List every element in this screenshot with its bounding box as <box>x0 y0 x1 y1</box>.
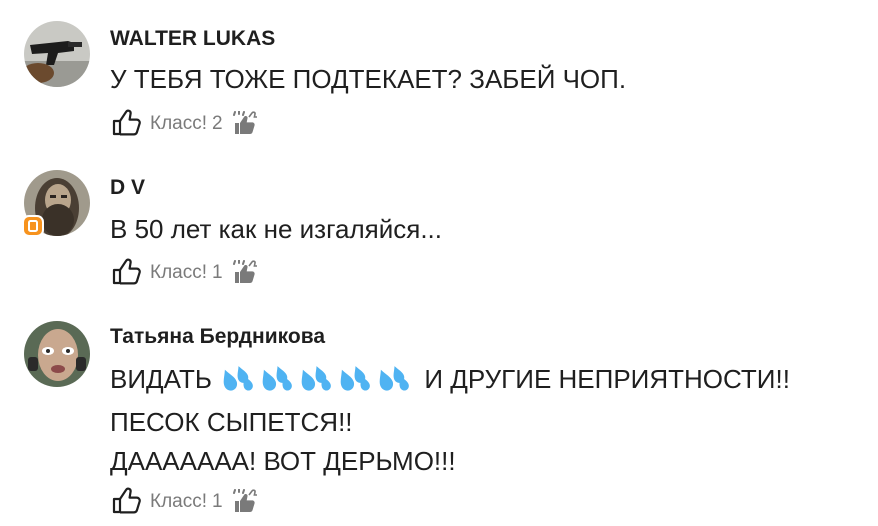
thumbs-up-icon <box>112 257 142 290</box>
orange-badge-icon <box>23 216 43 236</box>
comment-text-segment: И ДРУГИЕ НЕПРИЯТНОСТИ!! <box>424 364 790 394</box>
thumbs-up-icon <box>112 108 142 141</box>
comment-text-segment: ВИДАТЬ <box>110 364 212 394</box>
like-count[interactable]: 2 <box>212 113 223 135</box>
thumbs-up-group-icon[interactable] <box>231 489 259 515</box>
comment-text-line: ВИДАТЬ И ДРУГИЕ НЕПРИЯТНОСТИ!! <box>110 360 790 403</box>
comment-text-line: В 50 лет как не изгаляйся... <box>110 214 442 244</box>
comment-author[interactable]: Татьяна Бердникова <box>110 325 325 349</box>
comment-text: В 50 лет как не изгаляйся... <box>110 210 442 249</box>
like-label: Класс! <box>150 491 207 512</box>
comment-text-line: ПЕСОК СЫПЕТСЯ!! <box>110 407 353 437</box>
like-label: Класс! <box>150 113 207 134</box>
comment-text: У ТЕБЯ ТОЖЕ ПОДТЕКАЕТ? ЗАБЕЙ ЧОП. <box>110 60 626 99</box>
comment-text-line: У ТЕБЯ ТОЖЕ ПОДТЕКАЕТ? ЗАБЕЙ ЧОП. <box>110 64 627 94</box>
like-label: Класс! <box>150 262 207 283</box>
thumbs-up-icon <box>112 486 142 519</box>
avatar[interactable] <box>24 321 90 387</box>
comment-text: ВИДАТЬ И ДРУГИЕ НЕПРИЯТНОСТИ!! ПЕСОК СЫП… <box>110 360 790 481</box>
like-button[interactable]: Класс! <box>112 486 207 519</box>
comment-text-line: ДААААААА! ВОТ ДЕРЬМО!!! <box>110 446 456 476</box>
like-count[interactable]: 1 <box>212 262 223 284</box>
like-button[interactable]: Класс! <box>112 257 207 290</box>
like-button[interactable]: Класс! <box>112 108 207 141</box>
comment-author[interactable]: WALTER LUKAS <box>110 27 275 51</box>
comment-actions: Класс! 1 <box>112 258 259 288</box>
thumbs-up-group-icon[interactable] <box>231 260 259 286</box>
sweat-droplets-emoji <box>221 364 415 403</box>
thumbs-up-group-icon[interactable] <box>231 111 259 137</box>
avatar[interactable] <box>24 21 90 87</box>
comment-actions: Класс! 2 <box>112 109 259 139</box>
like-count[interactable]: 1 <box>212 491 223 513</box>
comment-actions: Класс! 1 <box>112 487 259 517</box>
comment-author[interactable]: D V <box>110 176 145 200</box>
